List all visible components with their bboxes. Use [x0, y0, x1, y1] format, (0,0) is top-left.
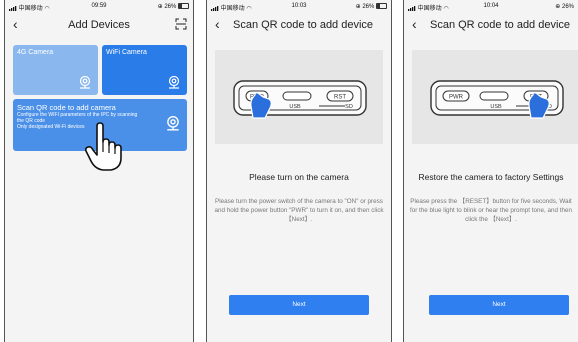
- camera-icon: [168, 75, 180, 89]
- status-time: 10:04: [483, 3, 499, 9]
- back-icon[interactable]: ‹: [215, 17, 220, 31]
- alarm-icon: ⊕: [355, 4, 361, 10]
- camera-ports-illustration: PWR USB RST SD: [233, 80, 367, 119]
- nav-bar: ‹ Scan QR code to add device: [404, 14, 578, 36]
- step-description: Please press the 【RESET】button for five …: [409, 198, 573, 223]
- nav-bar: ‹ Add Devices: [5, 14, 193, 36]
- usb-port-label: USB: [289, 104, 301, 110]
- battery-percent: 26%: [561, 4, 574, 10]
- alarm-icon: ⊕: [157, 4, 163, 10]
- next-button[interactable]: Next: [229, 295, 369, 315]
- battery-info: ⊕ 26%: [555, 3, 574, 10]
- battery-percent: 26%: [362, 4, 375, 10]
- camera-icon: [79, 75, 91, 89]
- card-4g-camera-label: 4G Camera: [17, 49, 54, 56]
- alarm-icon: ⊕: [555, 4, 561, 10]
- phone-screen-add-devices: 中国移动 ◠ 09:59 ⊕ 26% ‹ Add Devices 4G Came…: [4, 0, 194, 342]
- rst-port-label: RST: [334, 95, 346, 101]
- sd-port-label: SD: [345, 104, 353, 110]
- battery-icon: [178, 3, 189, 9]
- usb-port-label: USB: [490, 104, 502, 110]
- card-4g-camera[interactable]: 4G Camera: [13, 45, 98, 95]
- page-title: Add Devices: [68, 19, 130, 31]
- camera-icon: [167, 116, 179, 131]
- battery-icon: [376, 3, 387, 9]
- page-title: Scan QR code to add device: [233, 19, 374, 31]
- card-wifi-camera-label: WiFi Camera: [106, 49, 147, 56]
- pwr-port-label: PWR: [449, 95, 464, 101]
- nav-bar: ‹ Scan QR code to add device: [207, 14, 391, 36]
- card-wifi-camera[interactable]: WiFi Camera: [102, 45, 187, 95]
- step-heading: Restore the camera to factory Settings: [418, 172, 564, 182]
- page-title: Scan QR code to add device: [430, 19, 571, 31]
- device-illustration: PWR USB RST SD: [215, 50, 383, 144]
- battery-percent: 26%: [164, 4, 177, 10]
- step-heading: Please turn on the camera: [249, 172, 349, 182]
- hand-pointer-icon: [85, 122, 122, 171]
- phone-screen-turn-on: 中国移动 ◠ 10:03 ⊕ 26% ‹ Scan QR code to add…: [206, 0, 392, 342]
- back-icon[interactable]: ‹: [412, 17, 417, 31]
- camera-ports-illustration: PWR USB RST SD: [430, 80, 564, 119]
- device-illustration: PWR USB RST SD: [412, 50, 578, 144]
- battery-info: ⊕ 26%: [356, 3, 387, 10]
- status-bar: 中国移动 ◠ 10:03 ⊕ 26%: [207, 0, 391, 14]
- next-button[interactable]: Next: [429, 295, 569, 315]
- scan-icon[interactable]: [175, 18, 187, 30]
- step-description: Please turn the power switch of the came…: [214, 198, 384, 223]
- scan-qr-title: Scan QR code to add camera: [17, 103, 116, 112]
- status-bar: 中国移动 ◠ 09:59 ⊕ 26%: [5, 0, 193, 14]
- status-bar: 中国移动 ◠ 10:04 ⊕ 26%: [404, 0, 578, 14]
- battery-info: ⊕ 26%: [158, 3, 189, 10]
- phone-screen-factory-reset: 中国移动 ◠ 10:04 ⊕ 26% ‹ Scan QR code to add…: [403, 0, 578, 342]
